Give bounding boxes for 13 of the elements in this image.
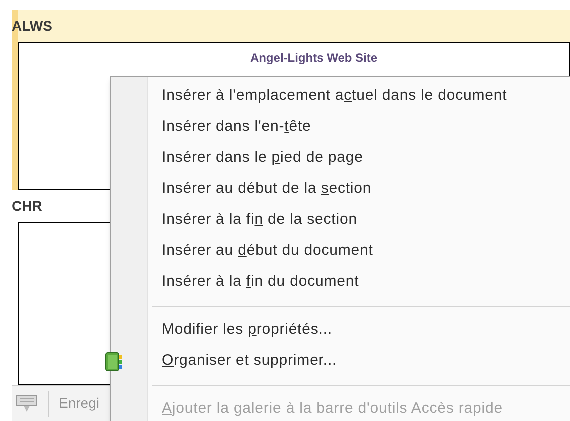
menu-item[interactable]: Insérer dans le pied de page: [148, 143, 570, 174]
section-title: CHR: [12, 196, 42, 216]
menu-item[interactable]: Insérer au début du document: [148, 236, 570, 268]
menu-item[interactable]: Modifier les propriétés...: [148, 315, 570, 346]
menu-item[interactable]: Insérer à la fin du document: [148, 267, 570, 298]
status-text: Enregi: [59, 394, 100, 413]
menu-item[interactable]: Insérer à la fin de la section: [148, 205, 570, 236]
section-title: ALWS: [12, 16, 52, 36]
site-title: Angel-Lights Web Site: [250, 50, 378, 65]
menu-item[interactable]: Insérer à l'emplacement actuel dans le document: [148, 81, 570, 112]
notebook-icon: [105, 352, 123, 372]
menu-item[interactable]: Insérer dans l'en-tête: [148, 112, 570, 144]
menu-item[interactable]: Organiser et supprimer...: [148, 346, 570, 378]
